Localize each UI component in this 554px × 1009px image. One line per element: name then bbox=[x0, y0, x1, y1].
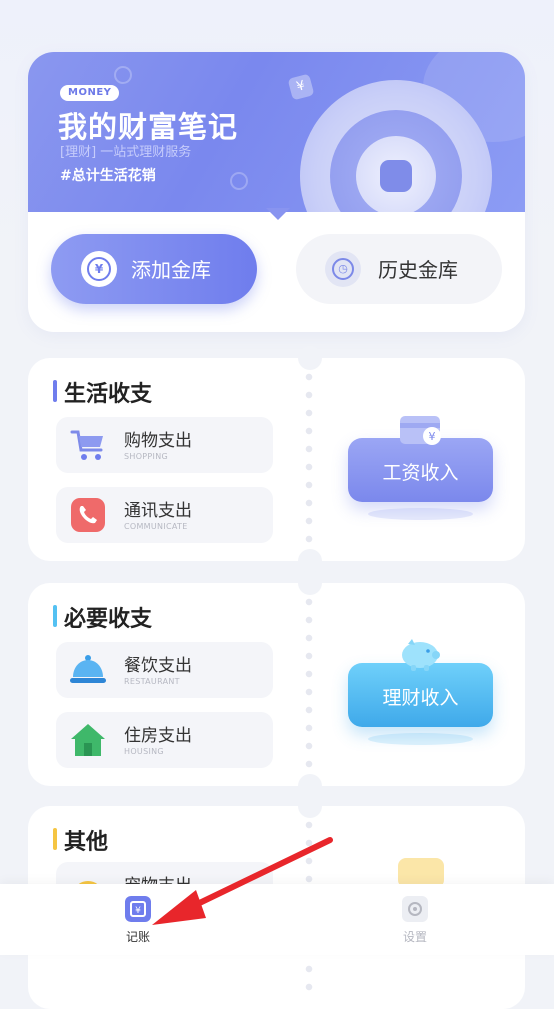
house-icon bbox=[69, 721, 107, 759]
coin-square-hole bbox=[380, 160, 412, 192]
hero-banner: ¥ MONEY 我的财富笔记 [理财] 一站式理财服务 #总计生活花销 bbox=[28, 52, 525, 212]
tab-settings[interactable]: 设置 bbox=[385, 896, 445, 946]
section-living: 生活收支 购物支出 SHOPPING 通讯支出 COMMUNICATE ¥ 工资… bbox=[28, 346, 525, 573]
section-necessary: 必要收支 餐饮支出 RESTAURANT 住房支出 HOUSING 理财收入 bbox=[28, 571, 525, 798]
dotted-divider bbox=[304, 368, 314, 551]
item-subtitle: COMMUNICATE bbox=[124, 522, 188, 531]
tab-label: 设置 bbox=[402, 930, 427, 944]
item-subtitle: HOUSING bbox=[124, 747, 164, 756]
yen-tile-icon: ¥ bbox=[287, 73, 315, 101]
section-accent-bar bbox=[53, 380, 57, 402]
money-badge: MONEY bbox=[60, 85, 120, 101]
banner-pointer bbox=[266, 208, 290, 220]
decorative-ring-icon bbox=[114, 66, 132, 84]
card-notch bbox=[298, 794, 322, 818]
bottom-tab-bar: ¥ 记账 设置 bbox=[0, 884, 554, 955]
svg-text:¥: ¥ bbox=[135, 906, 141, 916]
salary-income-button[interactable]: ¥ 工资收入 bbox=[348, 416, 493, 502]
settings-icon bbox=[402, 896, 428, 922]
ledger-icon: ¥ bbox=[125, 896, 151, 922]
hero-tag: #总计生活花销 bbox=[60, 168, 156, 184]
add-vault-button[interactable]: ¥ 添加金库 bbox=[51, 234, 257, 304]
add-vault-label: 添加金库 bbox=[131, 258, 211, 282]
income-button-shadow bbox=[368, 733, 473, 745]
tab-label: 记账 bbox=[125, 930, 150, 944]
salary-income-label: 工资收入 bbox=[382, 462, 459, 484]
item-name: 购物支出 bbox=[124, 431, 192, 451]
investment-income-label: 理财收入 bbox=[382, 687, 459, 709]
dotted-divider bbox=[304, 593, 314, 776]
item-subtitle: RESTAURANT bbox=[124, 677, 180, 686]
section-accent-bar bbox=[53, 828, 57, 850]
food-cloche-icon bbox=[69, 651, 107, 689]
yen-coin-icon: ¥ bbox=[81, 251, 117, 287]
hero-card: ¥ MONEY 我的财富笔记 [理财] 一站式理财服务 #总计生活花销 ¥ 添加… bbox=[28, 52, 525, 332]
income-button-shadow bbox=[368, 508, 473, 520]
card-notch bbox=[298, 346, 322, 370]
item-name: 通讯支出 bbox=[124, 501, 192, 521]
svg-text:¥: ¥ bbox=[429, 430, 436, 443]
history-vault-label: 历史金库 bbox=[378, 258, 458, 282]
section-title: 其他 bbox=[64, 830, 109, 855]
shopping-cart-icon bbox=[69, 426, 107, 464]
item-housing[interactable]: 住房支出 HOUSING bbox=[56, 712, 273, 768]
phone-icon bbox=[69, 496, 107, 534]
tab-ledger[interactable]: ¥ 记账 bbox=[108, 896, 168, 946]
hero-title: 我的财富笔记 bbox=[58, 110, 239, 144]
item-subtitle: SHOPPING bbox=[124, 452, 168, 461]
section-title: 必要收支 bbox=[64, 607, 153, 632]
history-vault-button[interactable]: ◷ 历史金库 bbox=[296, 234, 502, 304]
item-communicate[interactable]: 通讯支出 COMMUNICATE bbox=[56, 487, 273, 543]
investment-income-button[interactable]: 理财收入 bbox=[348, 639, 493, 727]
history-clock-icon: ◷ bbox=[325, 251, 361, 287]
decorative-ring-icon bbox=[230, 172, 248, 190]
item-restaurant[interactable]: 餐饮支出 RESTAURANT bbox=[56, 642, 273, 698]
section-accent-bar bbox=[53, 605, 57, 627]
item-name: 住房支出 bbox=[124, 726, 192, 746]
hero-subtitle: [理财] 一站式理财服务 bbox=[60, 145, 192, 160]
section-title: 生活收支 bbox=[64, 382, 153, 407]
item-shopping[interactable]: 购物支出 SHOPPING bbox=[56, 417, 273, 473]
card-notch bbox=[298, 549, 322, 573]
salary-card-icon: ¥ bbox=[398, 414, 442, 448]
piggy-bank-icon bbox=[398, 637, 442, 673]
card-notch bbox=[298, 571, 322, 595]
item-name: 餐饮支出 bbox=[124, 656, 192, 676]
